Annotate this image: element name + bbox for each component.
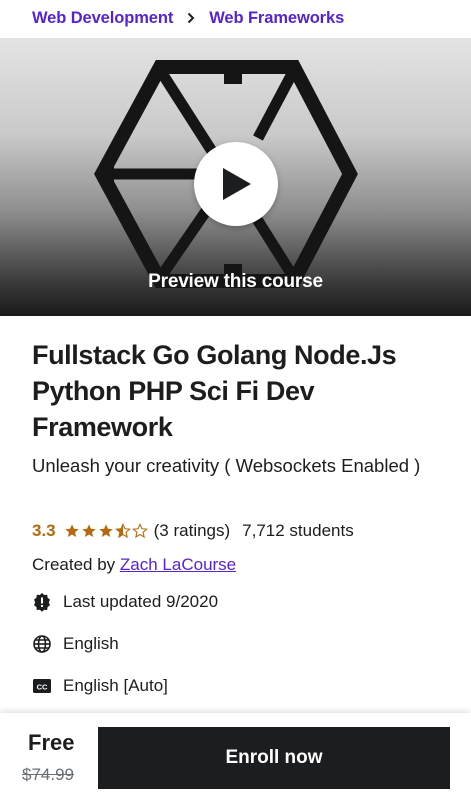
star-empty-icon [131, 523, 148, 539]
created-by-label: Created by [32, 555, 116, 574]
course-title: Fullstack Go Golang Node.Js Python PHP S… [32, 340, 397, 442]
price: Free [28, 730, 75, 755]
instructor-link[interactable]: Zach LaCourse [120, 555, 236, 574]
ratings-count[interactable]: (3 ratings) [154, 521, 231, 541]
rating-number: 3.3 [32, 521, 56, 540]
rating-row: 3.3 (3 ratings) 7,712 students [32, 519, 354, 543]
breadcrumb-web-frameworks[interactable]: Web Frameworks [209, 9, 344, 28]
chevron-right-icon [185, 12, 197, 24]
svg-text:CC: CC [37, 683, 48, 692]
star-full-icon [98, 524, 113, 537]
students-count: 7,712 students [242, 521, 354, 540]
course-subtitle: Unleash your creativity ( Websockets Ena… [32, 455, 421, 476]
language-text: English [63, 634, 119, 653]
closed-captions-icon: CC [32, 676, 52, 696]
star-full-icon [64, 524, 79, 537]
created-by: Created by Zach LaCourse [32, 555, 236, 575]
alert-badge-icon [32, 592, 52, 612]
breadcrumb: Web Development Web Frameworks [32, 7, 344, 29]
play-button[interactable] [194, 142, 278, 226]
enroll-now-button[interactable]: Enroll now [98, 727, 450, 789]
last-updated-row: Last updated 9/2020 [32, 590, 218, 614]
globe-icon [32, 634, 52, 654]
captions-row: CC English [Auto] [32, 674, 168, 698]
purchase-footer: Free $74.99 Enroll now [0, 713, 471, 800]
preview-label[interactable]: Preview this course [0, 271, 471, 293]
play-icon [223, 168, 251, 200]
rating-stars [64, 523, 148, 539]
original-price: $74.99 [22, 765, 74, 784]
breadcrumb-web-development[interactable]: Web Development [32, 9, 173, 28]
last-updated-text: Last updated 9/2020 [63, 592, 219, 611]
star-full-icon [81, 524, 96, 537]
course-preview[interactable]: Preview this course [0, 38, 471, 316]
language-row: English [32, 632, 119, 656]
star-half-icon [114, 523, 131, 539]
captions-text: English [Auto] [63, 676, 168, 695]
